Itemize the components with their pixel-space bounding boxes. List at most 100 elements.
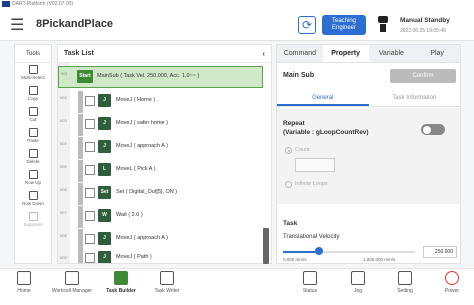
- nav-workcell-manager[interactable]: Workcell Manager: [46, 271, 98, 294]
- subtab-general[interactable]: General: [277, 91, 369, 106]
- velocity-min: 0,000 mm/s: [283, 257, 307, 262]
- tool-paste[interactable]: Paste: [15, 126, 51, 147]
- nav-status[interactable]: Status: [298, 271, 322, 294]
- teaching-engineer-button[interactable]: Teaching Engineer: [322, 15, 366, 35]
- tab-play[interactable]: Play: [414, 45, 460, 62]
- tab-command[interactable]: Command: [277, 45, 323, 62]
- movej-icon: J: [98, 117, 111, 130]
- delete-icon: [28, 149, 38, 158]
- row-checkbox[interactable]: [85, 211, 95, 221]
- robot-status: Manual Standby: [400, 17, 450, 24]
- infinite-loops-radio[interactable]: [285, 181, 292, 188]
- tool-cut[interactable]: Cut: [15, 105, 51, 126]
- wait-hourglass-icon: W: [98, 209, 111, 222]
- app-title: 8PickandPlace: [36, 18, 114, 30]
- task-command-text: Set ( Digital_Out[5], ON ): [116, 189, 178, 195]
- robot-icon: [376, 16, 390, 32]
- bottom-navigation: Home Workcell Manager Task Builder Task …: [0, 268, 474, 305]
- infinite-loops-label: Infinite Loops: [295, 181, 328, 187]
- task-row[interactable]: 001 Start MainSub ( Task Vel. 250.000, A…: [58, 66, 263, 88]
- task-command-text: MoveJ ( approach A ): [116, 143, 168, 149]
- property-subtabs: General Task Information: [277, 91, 460, 107]
- task-row[interactable]: 006 Set Set ( Digital_Out[5], ON ): [58, 183, 263, 205]
- task-row[interactable]: 002 J MoveJ ( Home ): [58, 91, 263, 113]
- row-checkbox[interactable]: [85, 165, 95, 175]
- refresh-icon: ⟳: [301, 18, 313, 32]
- count-label: Count: [295, 147, 310, 153]
- nav-task-builder[interactable]: Task Builder: [104, 271, 138, 294]
- task-row[interactable]: 009 J MoveJ ( Path ): [58, 251, 263, 263]
- task-command-text: Wait ( 2.0 ): [116, 212, 143, 218]
- task-row[interactable]: 007 W Wait ( 2.0 ): [58, 206, 263, 228]
- count-input[interactable]: [295, 158, 335, 172]
- window-title: DART-Platform (V02.07.00): [12, 1, 74, 7]
- repeat-toggle[interactable]: [421, 124, 445, 135]
- nav-task-writer[interactable]: Task Writer: [148, 271, 186, 294]
- row-checkbox[interactable]: [85, 119, 95, 129]
- collapse-chevron-icon[interactable]: ‹: [262, 45, 265, 63]
- velocity-slider[interactable]: [283, 251, 415, 253]
- row-checkbox[interactable]: [85, 142, 95, 152]
- row-checkbox[interactable]: [85, 253, 95, 263]
- confirm-button[interactable]: Confirm: [390, 69, 456, 83]
- tool-suppress[interactable]: Suppress: [15, 210, 51, 231]
- task-command-text: MoveJ ( Path ): [116, 254, 152, 260]
- task-command-text: MainSub ( Task Vel. 250.000, Acc. 1,0~~ …: [97, 73, 200, 79]
- task-list-scrollbar[interactable]: [263, 228, 269, 264]
- refresh-button[interactable]: ⟳: [298, 16, 316, 34]
- jog-icon: [351, 271, 365, 285]
- tool-multi-select[interactable]: Multi-Select: [15, 63, 51, 84]
- velocity-slider-handle[interactable]: [315, 247, 323, 255]
- count-radio[interactable]: [285, 147, 292, 154]
- tab-property[interactable]: Property: [322, 45, 369, 62]
- velocity-input[interactable]: 250.000: [423, 246, 457, 258]
- task-row[interactable]: 005 L MoveL ( Pick A ): [58, 160, 263, 182]
- task-section-label: Task: [283, 220, 298, 227]
- repeat-section: Repeat (Variable : gLoopCountRev) Count I…: [277, 108, 460, 204]
- row-checkbox[interactable]: [85, 188, 95, 198]
- tool-copy[interactable]: Copy: [15, 84, 51, 105]
- repeat-label: Repeat (Variable : gLoopCountRev): [283, 120, 369, 136]
- row-down-icon: [28, 191, 38, 200]
- velocity-max: 1,000,000 mm/s: [363, 257, 396, 262]
- gear-icon: [398, 271, 412, 285]
- task-builder-icon: [114, 271, 128, 285]
- status-date: 2022.06.25 19:05:46: [400, 28, 446, 34]
- tool-delete[interactable]: Delete: [15, 147, 51, 168]
- nav-home[interactable]: Home: [12, 271, 36, 294]
- set-icon: Set: [98, 186, 111, 199]
- movej-icon: J: [98, 251, 111, 263]
- task-command-text: MoveJ ( Home ): [116, 97, 156, 103]
- task-list-title: Task List: [64, 50, 94, 57]
- subtab-task-information[interactable]: Task Information: [369, 91, 461, 106]
- app-logo-icon: [2, 0, 10, 7]
- property-title: Main Sub: [283, 72, 315, 79]
- task-row[interactable]: 008 J MoveJ ( approach A ): [58, 229, 263, 251]
- status-icon: [303, 271, 317, 285]
- window-titlebar: DART-Platform (V02.07.00): [0, 0, 474, 9]
- movel-icon: L: [98, 163, 111, 176]
- copy-icon: [28, 86, 38, 95]
- paste-icon: [28, 128, 38, 137]
- multi-select-icon: [28, 65, 38, 74]
- task-command-text: MoveJ ( safer home ): [116, 120, 168, 126]
- task-command-text: MoveL ( Pick A ): [116, 166, 156, 172]
- tool-row-down[interactable]: Row Down: [15, 189, 51, 210]
- task-writer-icon: [160, 271, 174, 285]
- start-command-icon: Start: [77, 70, 93, 83]
- hamburger-menu-icon[interactable]: ☰: [10, 15, 24, 35]
- task-row[interactable]: 003 J MoveJ ( safer home ): [58, 114, 263, 136]
- row-checkbox[interactable]: [85, 234, 95, 244]
- task-list-panel: Task List ‹ 001 Start MainSub ( Task Vel.…: [57, 44, 272, 264]
- row-checkbox[interactable]: [85, 96, 95, 106]
- nav-power[interactable]: Power: [440, 271, 464, 294]
- movej-icon: J: [98, 94, 111, 107]
- tool-row-up[interactable]: Row Up: [15, 168, 51, 189]
- nav-setting[interactable]: Setting: [392, 271, 418, 294]
- nav-jog[interactable]: Jog: [346, 271, 370, 294]
- app-header: ☰ 8PickandPlace ⟳ Teaching Engineer Manu…: [0, 9, 474, 41]
- task-row[interactable]: 004 J MoveJ ( approach A ): [58, 137, 263, 159]
- property-panel: Command Property Variable Play Main Sub …: [276, 44, 461, 264]
- workcell-manager-icon: [65, 271, 79, 285]
- tab-variable[interactable]: Variable: [368, 45, 415, 62]
